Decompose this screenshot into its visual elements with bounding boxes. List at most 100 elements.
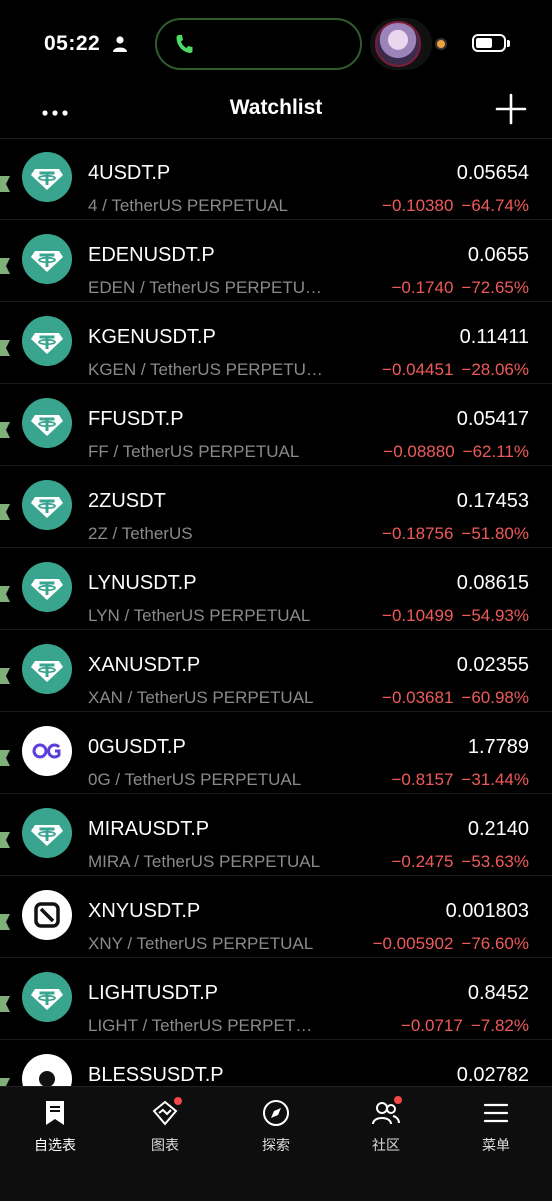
watchlist-row[interactable]: FFUSDT.P FF / TetherUS PERPETUAL 0.05417 −0… — [0, 384, 552, 466]
watchlist: 4USDT.P 4 / TetherUS PERPETUAL 0.05654 −0.1… — [0, 138, 552, 1086]
change-group: −0.0717 −7.82% — [401, 1016, 529, 1036]
last-price: 0.001803 — [445, 900, 529, 922]
xny-icon — [22, 890, 72, 940]
symbol-name: EDENUSDT.P — [88, 244, 215, 266]
watchlist-row[interactable]: LYNUSDT.P LYN / TetherUS PERPETUAL 0.08615… — [0, 548, 552, 630]
tab-label: 菜单 — [482, 1137, 510, 1153]
change-percent: −60.98% — [461, 688, 529, 707]
change-group: −0.8157 −31.44% — [391, 770, 529, 790]
watchlist-row[interactable]: 2ZUSDT 2Z / TetherUS 0.17453 −0.18756 −51.80… — [0, 466, 552, 548]
symbol-name: LYNUSDT.P — [88, 572, 197, 594]
change-group: −0.08880 −62.11% — [383, 442, 529, 462]
change-value: −0.2475 — [391, 852, 454, 871]
symbol-description: 0G / TetherUS PERPETUAL — [88, 770, 302, 789]
change-group: −0.005902 −76.60% — [373, 934, 529, 954]
change-value: −0.18756 — [382, 524, 454, 543]
symbol-description: XNY / TetherUS PERPETUAL — [88, 934, 314, 953]
flag-marker[interactable] — [0, 340, 10, 356]
tether-icon — [22, 562, 72, 612]
last-price: 0.08615 — [456, 572, 529, 594]
watchlist-row[interactable]: XNYUSDT.P XNY / TetherUS PERPETUAL 0.00180… — [0, 876, 552, 958]
tab-menu[interactable]: 菜单 — [441, 1087, 551, 1157]
tether-icon — [22, 808, 72, 858]
flag-marker[interactable] — [0, 668, 10, 684]
symbol-name: XNYUSDT.P — [88, 900, 201, 922]
watchlist-row[interactable]: BLESSUSDT.P 0.02782 — [0, 1040, 552, 1086]
watchlist-row[interactable]: XANUSDT.P XAN / TetherUS PERPETUAL 0.02355… — [0, 630, 552, 712]
tab-label: 自选表 — [34, 1137, 76, 1153]
flag-marker[interactable] — [0, 914, 10, 930]
tether-icon — [22, 316, 72, 366]
tab-watchlist[interactable]: 自选表 — [0, 1087, 110, 1157]
symbol-description: MIRA / TetherUS PERPETUAL — [88, 852, 321, 871]
change-value: −0.10380 — [382, 196, 454, 215]
change-percent: −28.06% — [461, 360, 529, 379]
symbol-name: 4USDT.P — [88, 162, 171, 184]
flag-marker[interactable] — [0, 504, 10, 520]
tether-icon — [22, 480, 72, 530]
change-value: −0.10499 — [382, 606, 454, 625]
watchlist-row[interactable]: MIRAUSDT.P MIRA / TetherUS PERPETUAL 0.214… — [0, 794, 552, 876]
flag-marker[interactable] — [0, 258, 10, 274]
watchlist-row[interactable]: LIGHTUSDT.P LIGHT / TetherUS PERPETUAL 0.8… — [0, 958, 552, 1040]
tether-icon — [22, 152, 72, 202]
symbol-name: LIGHTUSDT.P — [88, 982, 219, 1004]
active-call-pill[interactable] — [155, 18, 362, 70]
change-value: −0.1740 — [391, 278, 454, 297]
tab-chart[interactable]: 图表 — [110, 1087, 220, 1157]
flag-marker[interactable] — [0, 996, 10, 1012]
last-price: 0.02782 — [456, 1064, 529, 1086]
symbol-name: 0GUSDT.P — [88, 736, 186, 758]
flag-marker[interactable] — [0, 176, 10, 192]
flag-marker[interactable] — [0, 832, 10, 848]
tab-label: 社区 — [372, 1137, 400, 1153]
change-value: −0.08880 — [383, 442, 455, 461]
last-price: 0.02355 — [456, 654, 529, 676]
watchlist-row[interactable]: 0GUSDT.P 0G / TetherUS PERPETUAL 1.7789 −0.… — [0, 712, 552, 794]
compass-icon — [262, 1099, 290, 1127]
person-icon — [113, 36, 127, 52]
change-group: −0.1740 −72.65% — [391, 278, 529, 298]
change-percent: −51.80% — [461, 524, 529, 543]
bless-icon — [22, 1054, 72, 1086]
symbol-description: 4 / TetherUS PERPETUAL — [88, 196, 288, 215]
header: Watchlist — [0, 88, 552, 139]
symbol-name: 2ZUSDT — [88, 490, 166, 512]
change-percent: −76.60% — [461, 934, 529, 953]
change-value: −0.8157 — [391, 770, 454, 789]
add-symbol-button[interactable] — [494, 92, 528, 126]
symbol-description: XAN / TetherUS PERPETUAL — [88, 688, 314, 707]
battery-level — [476, 38, 492, 48]
last-price: 0.0655 — [467, 244, 529, 266]
battery-cap — [507, 40, 510, 47]
tab-compass[interactable]: 探索 — [221, 1087, 331, 1157]
change-value: −0.04451 — [382, 360, 454, 379]
watchlist-row[interactable]: 4USDT.P 4 / TetherUS PERPETUAL 0.05654 −0.1… — [0, 138, 552, 220]
notification-dot — [394, 1096, 402, 1104]
symbol-description: KGEN / TetherUS PERPETUAL — [88, 360, 323, 379]
tab-community[interactable]: 社区 — [331, 1087, 441, 1157]
phone-icon — [176, 35, 193, 53]
tab-bar: 自选表 图表 探索 社区 菜单 — [0, 1086, 552, 1201]
change-value: −0.0717 — [400, 1016, 463, 1035]
watchlist-row[interactable]: EDENUSDT.P EDEN / TetherUS PERPETUAL 0.065… — [0, 220, 552, 302]
change-percent: −62.11% — [462, 442, 529, 461]
tab-label: 图表 — [151, 1137, 179, 1153]
flag-marker[interactable] — [0, 422, 10, 438]
last-price: 0.05417 — [456, 408, 529, 430]
flag-marker[interactable] — [0, 1078, 10, 1086]
symbol-description: 2Z / TetherUS — [88, 524, 193, 543]
avatar[interactable] — [375, 21, 421, 67]
symbol-name: BLESSUSDT.P — [88, 1064, 224, 1086]
flag-marker[interactable] — [0, 750, 10, 766]
notification-dot — [174, 1097, 182, 1105]
change-percent: −54.93% — [461, 606, 529, 625]
tab-label: 探索 — [262, 1137, 290, 1153]
change-group: −0.2475 −53.63% — [391, 852, 529, 872]
last-price: 0.8452 — [467, 982, 529, 1004]
change-percent: −7.82% — [470, 1016, 529, 1035]
last-price: 1.7789 — [467, 736, 529, 758]
watchlist-row[interactable]: KGENUSDT.P KGEN / TetherUS PERPETUAL 0.114… — [0, 302, 552, 384]
flag-marker[interactable] — [0, 586, 10, 602]
change-percent: −53.63% — [461, 852, 529, 871]
